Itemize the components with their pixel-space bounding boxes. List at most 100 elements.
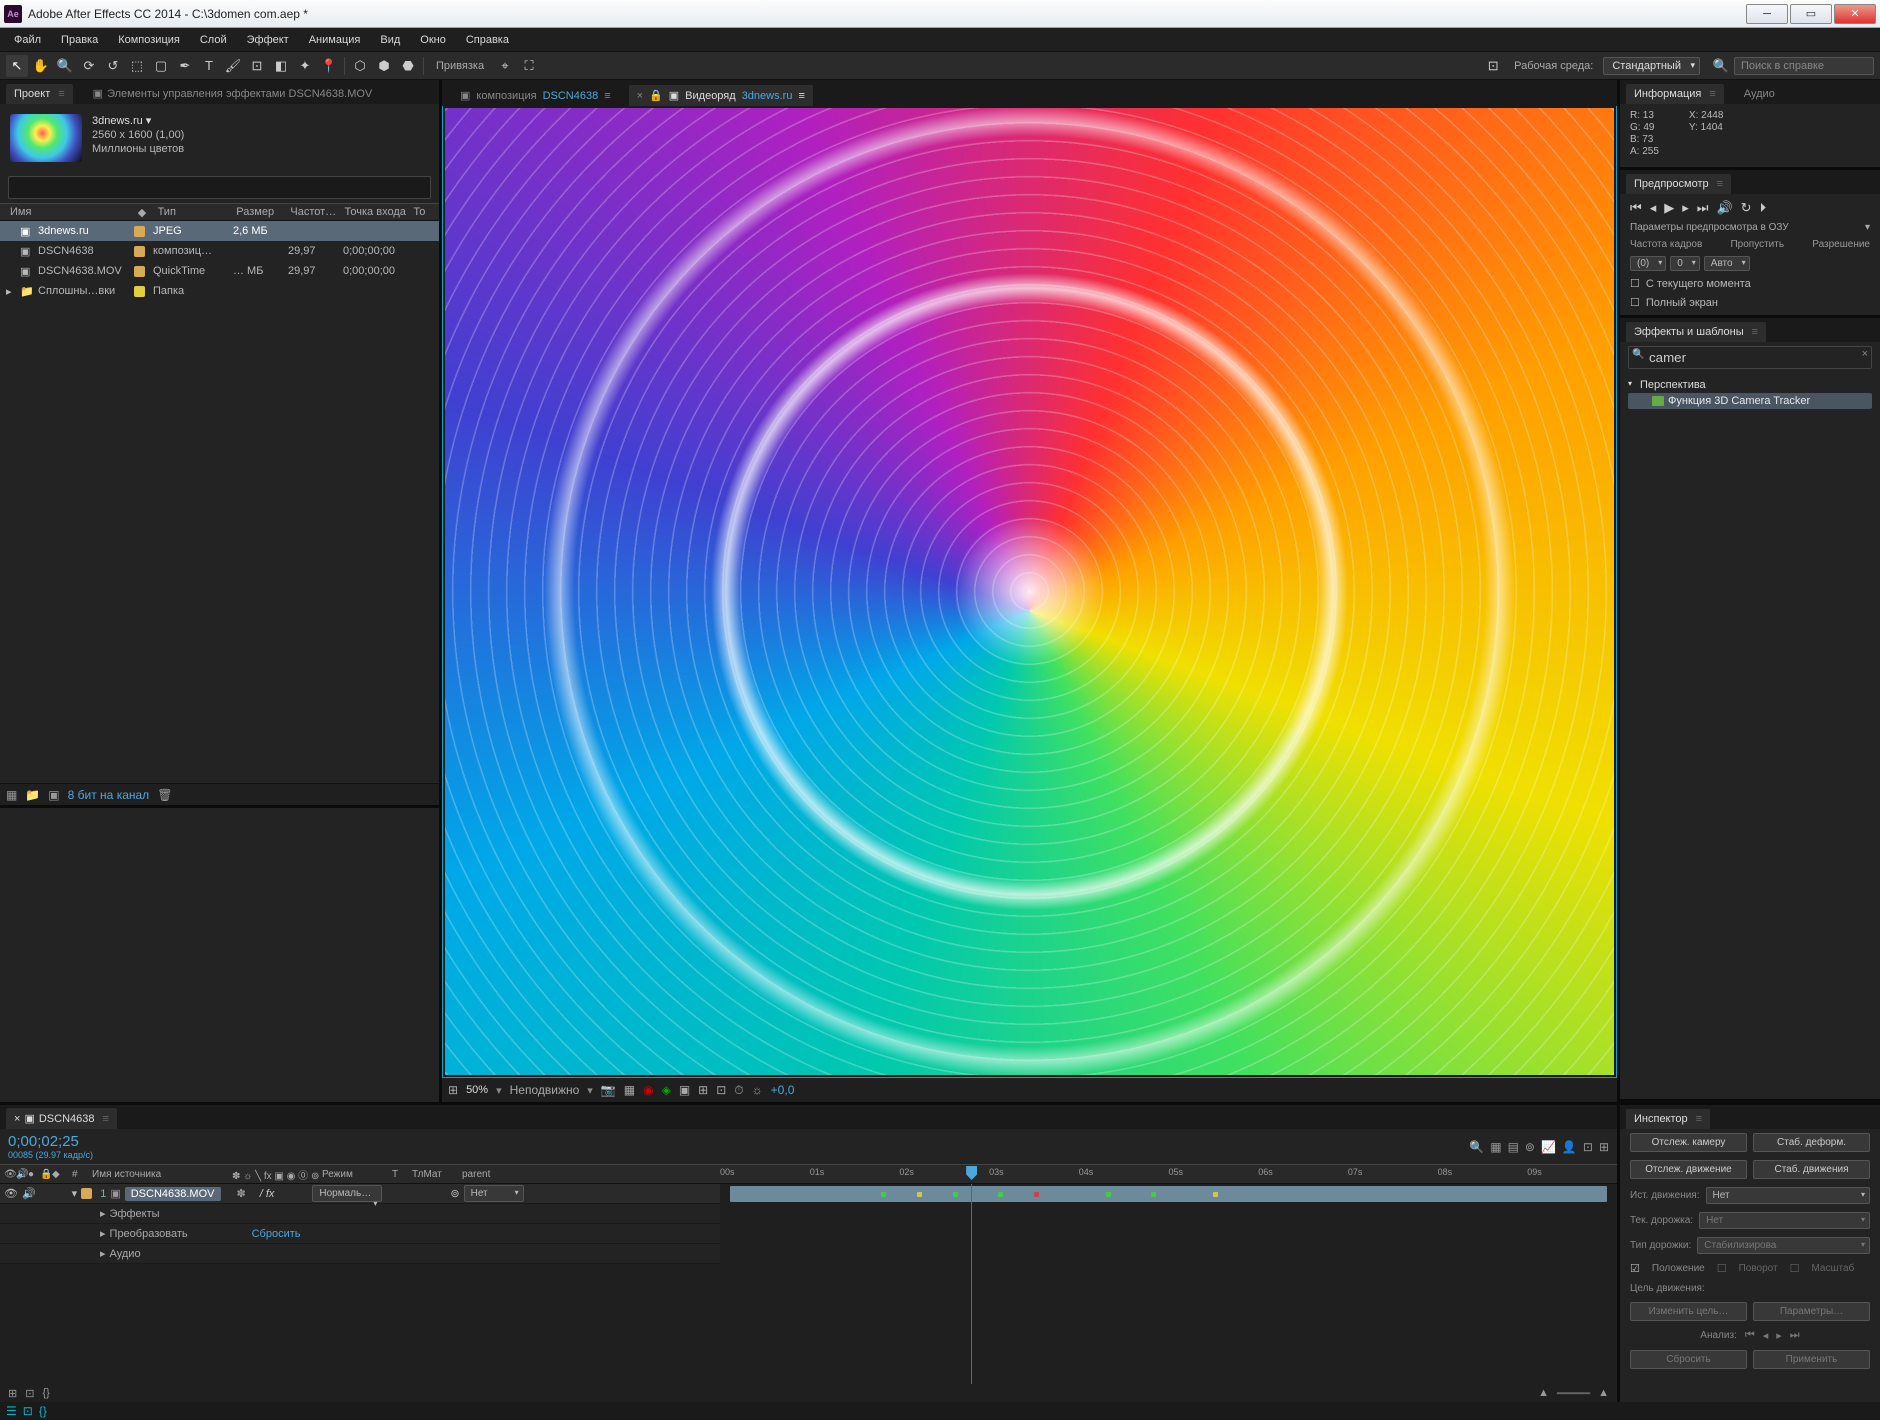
preview-fps-select[interactable]: (0) bbox=[1630, 256, 1666, 271]
zoom-dropdown[interactable]: 50% bbox=[466, 1084, 488, 1096]
camera-icon[interactable]: 📷 bbox=[601, 1083, 616, 1097]
layer-row[interactable]: 👁 🔊 ▾ 1 ▣ DSCN4638.MOV ✽ / fx Нормаль… ⊚… bbox=[0, 1184, 720, 1204]
checkbox-icon[interactable]: ☐ bbox=[1630, 277, 1640, 290]
col-swatch-icon[interactable]: ◆ bbox=[134, 206, 154, 219]
panel-menu-icon[interactable]: ≡ bbox=[1717, 178, 1723, 190]
tab-menu-icon[interactable]: ≡ bbox=[604, 90, 610, 102]
menu-composition[interactable]: Композиция bbox=[108, 28, 190, 52]
axis-world-icon[interactable]: ⬢ bbox=[373, 55, 395, 77]
menu-file[interactable]: Файл bbox=[4, 28, 51, 52]
roto-tool[interactable]: ✦ bbox=[294, 55, 316, 77]
menu-edit[interactable]: Правка bbox=[51, 28, 108, 52]
tab-effect-controls[interactable]: ▣Элементы управления эффектами DSCN4638.… bbox=[85, 83, 381, 104]
region-icon[interactable]: ◈ bbox=[662, 1083, 671, 1097]
preview-next-icon[interactable]: ▸ bbox=[1682, 200, 1689, 216]
rotate-tool[interactable]: ↺ bbox=[102, 55, 124, 77]
project-item[interactable]: ▣DSCN4638композиц…29,970;00;00;00 bbox=[0, 241, 439, 261]
viewer-tab-comp[interactable]: ▣ композиция DSCN4638 ≡ bbox=[452, 85, 619, 106]
delete-icon[interactable]: 🗑 bbox=[157, 788, 172, 802]
interpret-footage-icon[interactable]: ▦ bbox=[6, 788, 17, 802]
col-in[interactable]: Точка входа bbox=[341, 206, 410, 218]
preview-ram-icon[interactable]: ⏵ bbox=[1760, 200, 1767, 216]
render-queue-icon[interactable]: ☰ bbox=[6, 1404, 17, 1418]
tab-timeline[interactable]: × ▣ DSCN4638≡ bbox=[6, 1108, 117, 1129]
minimize-button[interactable]: ─ bbox=[1746, 4, 1788, 24]
behind-tool[interactable]: ⬚ bbox=[126, 55, 148, 77]
layer-prop-effects[interactable]: ▸ Эффекты bbox=[0, 1204, 720, 1224]
timeline-ruler[interactable]: 00s01s02s03s04s05s06s07s08s09s bbox=[720, 1164, 1617, 1184]
col-lock-icon[interactable]: 🔒 bbox=[36, 1169, 48, 1180]
tab-menu-icon[interactable]: ≡ bbox=[798, 90, 804, 102]
close-button[interactable]: ✕ bbox=[1834, 4, 1876, 24]
project-items-list[interactable]: ▣3dnews.ruJPEG2,6 МБ▣DSCN4638композиц…29… bbox=[0, 221, 439, 783]
col-audio-icon[interactable]: 🔊 bbox=[12, 1169, 24, 1180]
new-folder-icon[interactable]: 📁 bbox=[25, 788, 40, 802]
axis-view-icon[interactable]: ⬣ bbox=[397, 55, 419, 77]
new-comp-icon[interactable]: ▣ bbox=[48, 788, 59, 802]
mask-tool[interactable]: ▢ bbox=[150, 55, 172, 77]
transparency-grid-icon[interactable]: ▦ bbox=[624, 1083, 635, 1097]
viewer-area[interactable] bbox=[442, 106, 1617, 1078]
options-button[interactable]: Параметры… bbox=[1753, 1302, 1870, 1321]
help-search-input[interactable]: Поиск в справке bbox=[1734, 57, 1874, 75]
track-motion-button[interactable]: Отслеж. движение bbox=[1630, 1160, 1747, 1179]
magnification-icon[interactable]: ⊞ bbox=[448, 1083, 458, 1097]
preview-res-select[interactable]: Авто bbox=[1704, 256, 1750, 271]
motion-source-select[interactable]: Нет bbox=[1706, 1187, 1870, 1204]
snap-expand-icon[interactable]: ⛶ bbox=[518, 55, 540, 77]
search-icon[interactable]: 🔍 bbox=[1710, 55, 1732, 77]
effects-search-input[interactable] bbox=[1628, 346, 1872, 369]
col-source[interactable]: Имя источника bbox=[88, 1169, 228, 1180]
layer-prop-audio[interactable]: ▸ Аудио bbox=[0, 1244, 720, 1264]
current-track-select[interactable]: Нет bbox=[1699, 1212, 1870, 1229]
clone-tool[interactable]: ⊡ bbox=[246, 55, 268, 77]
workspace-dropdown[interactable]: Стандартный bbox=[1603, 57, 1700, 75]
mask-toggle-icon[interactable]: ◉ bbox=[643, 1083, 653, 1097]
expression-icon[interactable]: {} bbox=[39, 1404, 47, 1418]
col-label-icon[interactable]: ◆ bbox=[48, 1169, 68, 1180]
col-mode[interactable]: Режим bbox=[318, 1169, 388, 1180]
analyze-step-back-icon[interactable]: ◂ bbox=[1763, 1329, 1769, 1342]
analyze-back-icon[interactable]: ⏮ bbox=[1745, 1329, 1755, 1342]
col-eye-icon[interactable]: 👁 bbox=[0, 1169, 12, 1180]
tab-close-icon[interactable]: × bbox=[14, 1113, 20, 1125]
bpc-toggle[interactable]: 8 бит на канал bbox=[68, 788, 150, 802]
layer-name[interactable]: DSCN4638.MOV bbox=[125, 1187, 221, 1201]
tl-motion-blur-icon[interactable]: ⊚ bbox=[1525, 1140, 1535, 1154]
col-solo-icon[interactable]: ● bbox=[24, 1169, 36, 1180]
tab-preview[interactable]: Предпросмотр≡ bbox=[1626, 174, 1731, 194]
scale-checkbox[interactable]: ☐ bbox=[1790, 1262, 1800, 1275]
warp-stabilize-button[interactable]: Стаб. деформ. bbox=[1753, 1133, 1870, 1152]
hand-tool[interactable]: ✋ bbox=[30, 55, 52, 77]
tl-toggle-modes-icon[interactable]: ⊡ bbox=[25, 1387, 34, 1400]
tl-toggle-switches-icon[interactable]: ⊞ bbox=[8, 1387, 17, 1400]
tl-shy-icon[interactable]: 👤 bbox=[1562, 1140, 1577, 1154]
tl-more2-icon[interactable]: ⊞ bbox=[1599, 1140, 1609, 1154]
twirl-icon[interactable]: ▾ bbox=[72, 1187, 78, 1200]
exposure-value[interactable]: +0,0 bbox=[771, 1083, 795, 1097]
eye-toggle[interactable]: 👁 bbox=[4, 1187, 18, 1200]
tab-tracker[interactable]: Инспектор≡ bbox=[1626, 1109, 1710, 1129]
panel-menu-icon[interactable]: ≡ bbox=[1696, 1113, 1702, 1125]
edit-target-button[interactable]: Изменить цель… bbox=[1630, 1302, 1747, 1321]
tl-more-icon[interactable]: ⊡ bbox=[1583, 1140, 1593, 1154]
rotation-checkbox[interactable]: ☐ bbox=[1717, 1262, 1727, 1275]
pen-tool[interactable]: ✒ bbox=[174, 55, 196, 77]
guides-icon[interactable]: ⊡ bbox=[716, 1083, 726, 1097]
reset-link[interactable]: Сбросить bbox=[252, 1228, 301, 1240]
viewer-tab-footage[interactable]: × 🔒 ▣ Видеоряд 3dnews.ru ≡ bbox=[629, 85, 813, 106]
tl-search-icon[interactable]: 🔍 bbox=[1469, 1140, 1484, 1154]
tl-graph-icon[interactable]: 📈 bbox=[1541, 1140, 1556, 1154]
menu-help[interactable]: Справка bbox=[456, 28, 519, 52]
apply-button[interactable]: Применить bbox=[1753, 1350, 1870, 1369]
current-time[interactable]: 0;00;02;25 bbox=[8, 1133, 93, 1150]
audio-toggle[interactable]: 🔊 bbox=[22, 1187, 36, 1200]
snap-toggle[interactable]: ⌖ bbox=[494, 55, 516, 77]
panel-menu-icon[interactable]: ≡ bbox=[1709, 88, 1715, 100]
position-checkbox[interactable]: ☑ bbox=[1630, 1262, 1640, 1275]
parent-pickwhip-icon[interactable]: ⊚ bbox=[450, 1187, 459, 1200]
col-name[interactable]: Имя bbox=[6, 206, 134, 218]
lock-icon[interactable]: 🔒 bbox=[649, 89, 663, 102]
menu-animation[interactable]: Анимация bbox=[299, 28, 371, 52]
col-type[interactable]: Тип bbox=[154, 206, 233, 218]
